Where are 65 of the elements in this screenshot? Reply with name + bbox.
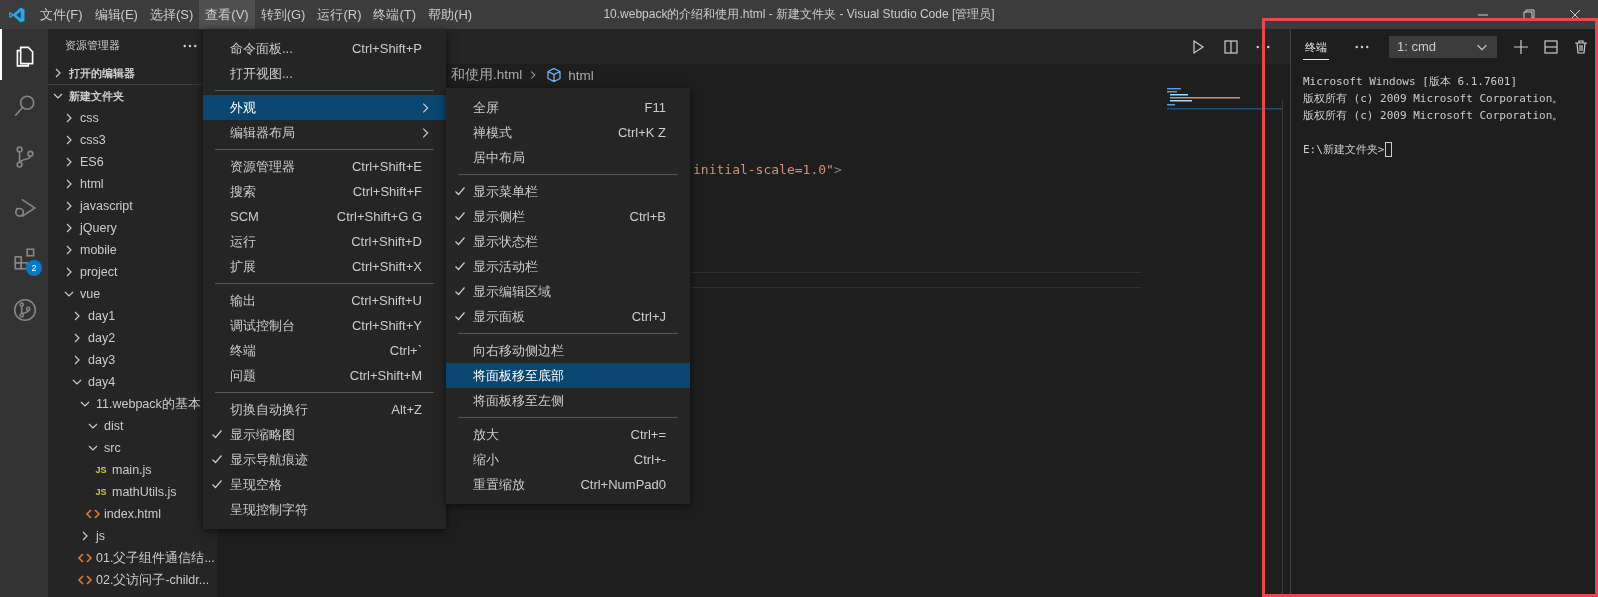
check-icon bbox=[454, 260, 466, 272]
menu-bar-item[interactable]: 帮助(H) bbox=[422, 0, 479, 29]
panel-tab[interactable]: 终端 bbox=[1303, 33, 1329, 60]
terminal-line: Microsoft Windows [版本 6.1.7601] bbox=[1303, 74, 1519, 90]
menu-item[interactable]: 向右移动侧边栏 bbox=[446, 338, 690, 363]
notification-badge: 2 bbox=[26, 259, 42, 276]
restore-icon bbox=[1523, 8, 1535, 21]
menu-item[interactable]: 显示编辑区域 bbox=[446, 279, 690, 304]
menu-item[interactable]: 外观 bbox=[203, 95, 446, 120]
terminal-line: 版权所有 (c) 2009 Microsoft Corporation。 bbox=[1303, 108, 1565, 124]
check-icon bbox=[454, 210, 466, 222]
sidebar-title: 资源管理器 bbox=[65, 38, 120, 53]
menu-item[interactable]: 显示面板 Ctrl+J bbox=[446, 304, 690, 329]
check-icon bbox=[211, 478, 223, 490]
check-icon bbox=[454, 235, 466, 247]
check-icon bbox=[454, 285, 466, 297]
check-icon bbox=[211, 453, 223, 465]
menu-item[interactable]: 居中布局 bbox=[446, 145, 690, 170]
breadcrumb-item[interactable]: 和使用.html bbox=[451, 66, 523, 84]
menu-item[interactable]: 全屏 F11 bbox=[446, 95, 690, 120]
menu-bar-item[interactable]: 终端(T) bbox=[367, 0, 423, 29]
code-line: initial-scale=1.0"> bbox=[693, 161, 843, 179]
menu-item[interactable]: 命令面板... Ctrl+Shift+P bbox=[203, 36, 446, 61]
menu-bar-item[interactable]: 文件(F) bbox=[34, 0, 89, 29]
more-icon[interactable] bbox=[183, 43, 197, 48]
split-editor-icon[interactable] bbox=[1223, 38, 1239, 55]
menu-item[interactable]: 重置缩放 Ctrl+NumPad0 bbox=[446, 472, 690, 497]
tree-item[interactable]: 01.父子组件通信结... bbox=[48, 547, 217, 569]
menu-item[interactable]: 显示菜单栏 bbox=[446, 179, 690, 204]
menu-bar-item[interactable]: 查看(V) bbox=[199, 0, 255, 29]
branch-circle-icon bbox=[12, 296, 38, 323]
text-cursor bbox=[1384, 142, 1392, 157]
more-icon[interactable] bbox=[1355, 44, 1369, 49]
menu-item[interactable]: 呈现空格 bbox=[203, 472, 446, 497]
menu-bar-item[interactable]: 选择(S) bbox=[143, 0, 200, 29]
menu-item[interactable]: 显示状态栏 bbox=[446, 229, 690, 254]
plus-icon[interactable] bbox=[1513, 38, 1529, 55]
terminal-prompt: E:\新建文件夹> bbox=[1303, 142, 1385, 158]
more-icon[interactable] bbox=[1256, 44, 1270, 49]
window-title: 10.webpack的介绍和使用.html - 新建文件夹 - Visual Studio Code [管理员] bbox=[603, 6, 995, 23]
cube-icon bbox=[546, 67, 563, 83]
breadcrumb-item[interactable]: html bbox=[568, 67, 594, 83]
terminal-select[interactable]: 1: cmd bbox=[1389, 35, 1497, 58]
menu-bar-item[interactable]: 转到(G) bbox=[254, 0, 312, 29]
close-icon bbox=[1569, 8, 1581, 21]
check-icon bbox=[454, 185, 466, 197]
menu-item[interactable]: 禅模式 Ctrl+K Z bbox=[446, 120, 690, 145]
menu-bar-item[interactable]: 编辑(E) bbox=[88, 0, 144, 29]
check-icon bbox=[211, 428, 223, 440]
menu-item[interactable]: 将面板移至底部 bbox=[446, 363, 690, 388]
app-logo-icon bbox=[8, 5, 26, 24]
menu-item[interactable]: 显示活动栏 bbox=[446, 254, 690, 279]
check-icon bbox=[454, 310, 466, 322]
activity-bar-button[interactable]: 2 bbox=[0, 233, 48, 284]
tree-item[interactable]: 02.父访问子-childr... bbox=[48, 569, 217, 591]
menu-item[interactable]: 缩小 Ctrl+- bbox=[446, 447, 690, 472]
menu-item[interactable]: 将面板移至左侧 bbox=[446, 388, 690, 413]
trash-icon[interactable] bbox=[1573, 38, 1589, 55]
tree-item[interactable]: js bbox=[48, 525, 217, 547]
split-panel-icon[interactable] bbox=[1543, 38, 1559, 55]
run-icon[interactable] bbox=[1190, 38, 1206, 55]
menu-item[interactable]: 放大 Ctrl+= bbox=[446, 422, 690, 447]
menu-bar-item[interactable]: 运行(R) bbox=[311, 0, 368, 29]
menu-item[interactable]: 显示侧栏 Ctrl+B bbox=[446, 204, 690, 229]
terminal-line: 版权所有 (c) 2009 Microsoft Corporation。 bbox=[1303, 91, 1565, 107]
